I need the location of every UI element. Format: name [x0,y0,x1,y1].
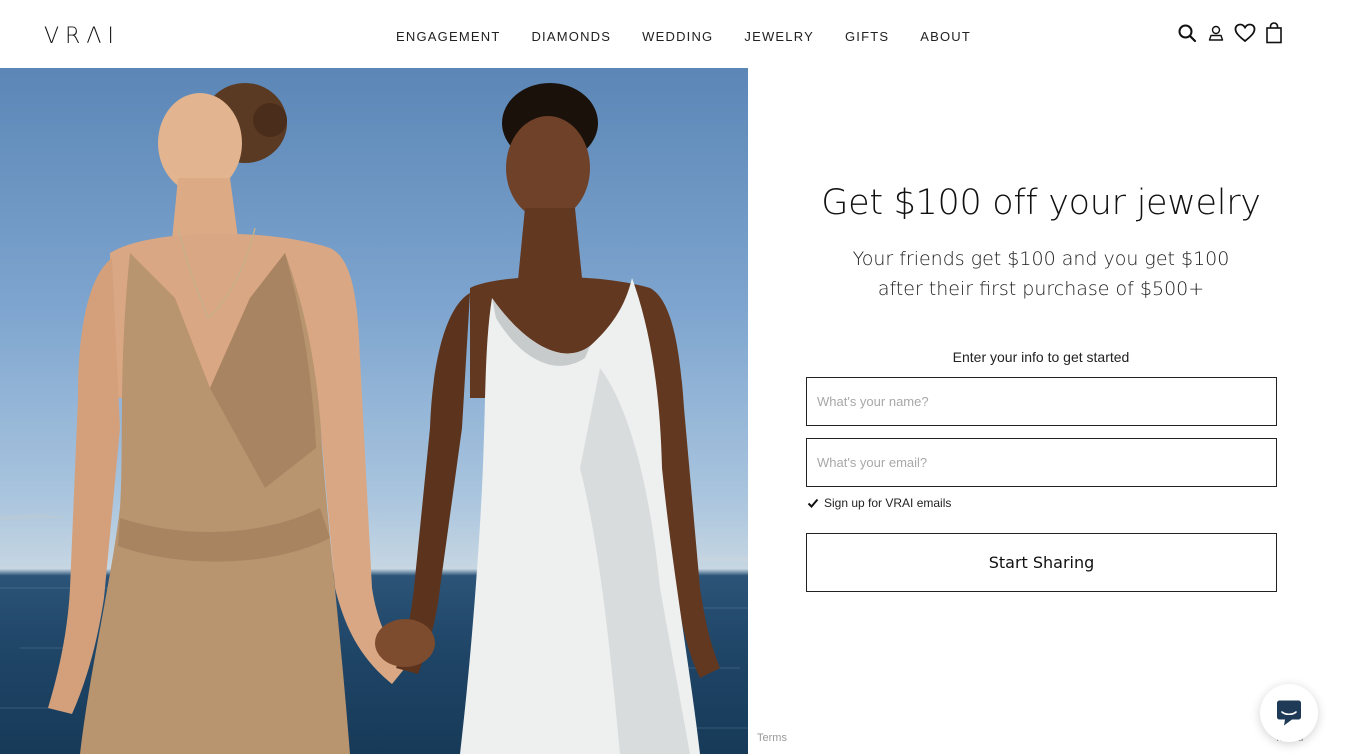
left-model [48,83,405,754]
subhead-line-1: Your friends get $100 and you get $100 [852,248,1230,270]
optin-label: Sign up for VRAI emails [824,496,952,510]
start-sharing-button[interactable]: Start Sharing [806,533,1277,592]
email-field[interactable] [806,438,1277,487]
account-icon[interactable] [1205,22,1227,44]
main-nav: ENGAGEMENT DIAMONDS WEDDING JEWELRY GIFT… [396,29,971,44]
nav-gifts[interactable]: GIFTS [845,29,889,44]
subhead-line-2: after their first purchase of $500+ [877,278,1205,300]
nav-jewelry[interactable]: JEWELRY [744,29,814,44]
nav-engagement[interactable]: ENGAGEMENT [396,29,500,44]
optin-checkbox[interactable] [807,497,819,509]
name-field[interactable] [806,377,1277,426]
nav-wedding[interactable]: WEDDING [642,29,713,44]
right-model [375,83,720,754]
terms-link[interactable]: Terms [757,732,787,744]
search-icon[interactable] [1176,22,1198,44]
hero-image [0,68,748,754]
bag-icon[interactable] [1263,22,1285,44]
chat-bubble-icon [1277,700,1301,726]
heart-icon[interactable] [1234,22,1256,44]
referral-subhead: Your friends get $100 and you get $100 a… [748,244,1334,304]
checkmark-icon [807,498,819,508]
hero-models-illustration [0,83,748,754]
name-input[interactable] [807,378,1276,425]
chat-button[interactable] [1260,684,1318,742]
site-header: VRΛI ENGAGEMENT DIAMONDS WEDDING JEWELRY… [0,0,1347,68]
referral-headline: Get $100 off your jewelry [821,183,1261,223]
nav-diamonds[interactable]: DIAMONDS [531,29,611,44]
header-icons [1176,22,1292,44]
email-input[interactable] [807,439,1276,486]
referral-panel: Get $100 off your jewelry Your friends g… [748,68,1347,754]
vrai-logo[interactable]: VRΛI [44,24,120,49]
email-optin[interactable]: Sign up for VRAI emails [807,496,951,510]
nav-about[interactable]: ABOUT [920,29,971,44]
form-prompt: Enter your info to get started [952,349,1130,365]
